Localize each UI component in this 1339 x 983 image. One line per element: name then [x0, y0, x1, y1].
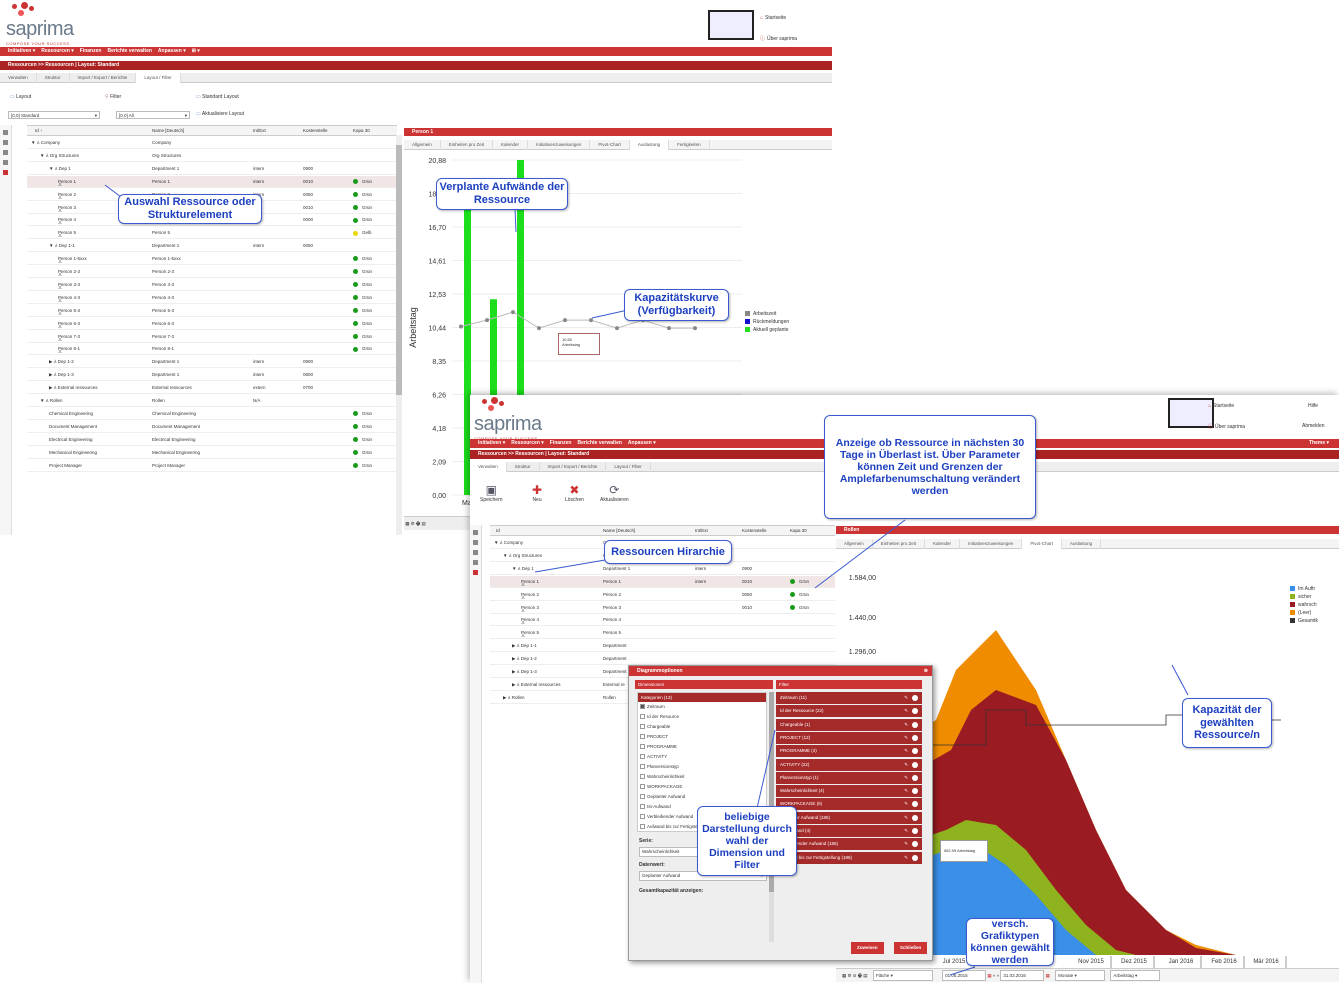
callout-resource-selection: Auswahl Ressource oder Strukturelement [118, 194, 262, 224]
callout-overload-indicator: Anzeige ob Ressource in nächsten 30 Tage… [824, 415, 1036, 519]
callout-capacity-curve: Kapazitätskurve (Verfügbarkeit) [624, 289, 729, 321]
callout-connectors [104, 184, 1189, 976]
callout-dimension-filter: beliebige Darstellung durch wahl der Dim… [697, 806, 797, 876]
callout-resource-hierarchy: Ressourcen Hirarchie [604, 540, 732, 564]
callout-planned-effort: Verplante Aufwände der Ressource [436, 178, 568, 210]
callout-chart-types: versch. Grafiktypen können gewählt werde… [966, 918, 1054, 966]
callout-capacity-selected: Kapazität der gewählten Ressource/n [1182, 698, 1272, 748]
